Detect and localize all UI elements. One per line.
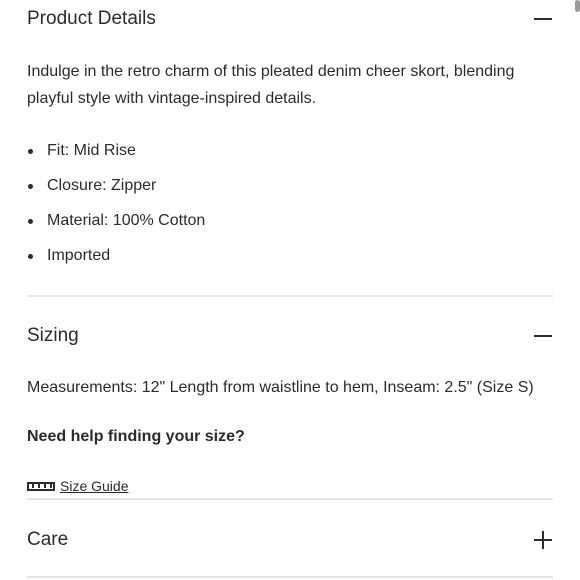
sizing-section: Sizing [27, 325, 553, 347]
section-divider [27, 498, 553, 500]
product-details-header[interactable]: Product Details [27, 8, 553, 30]
bullet-icon [28, 184, 33, 189]
section-divider [27, 295, 553, 297]
product-info-panel: Product Details Indulge in the retro cha… [0, 0, 580, 580]
sizing-header[interactable]: Sizing [27, 325, 553, 347]
section-divider [27, 576, 553, 578]
sizing-help-wrap: Need help finding your size? [27, 428, 553, 446]
care-header[interactable]: Care [27, 529, 553, 551]
plus-icon[interactable] [533, 530, 553, 550]
size-guide-link[interactable]: Size Guide [27, 478, 553, 494]
minus-icon[interactable] [533, 9, 553, 29]
sizing-measurements-wrap: Measurements: 12" Length from waistline … [27, 379, 553, 397]
list-item: Closure: Zipper [27, 176, 553, 211]
size-guide-label[interactable]: Size Guide [60, 478, 128, 494]
scrollbar-thumb[interactable] [575, 0, 580, 12]
product-details-list: Fit: Mid Rise Closure: Zipper Material: … [27, 141, 553, 281]
sizing-title: Sizing [27, 325, 79, 346]
product-description: Indulge in the retro charm of this pleat… [27, 63, 515, 107]
sizing-measurements: Measurements: 12" Length from waistline … [27, 379, 534, 396]
list-item: Material: 100% Cotton [27, 211, 553, 246]
ruler-icon [27, 481, 55, 491]
size-help-text: Need help finding your size? [27, 428, 245, 445]
bullet-icon [28, 149, 33, 154]
product-details-list-wrap: Fit: Mid Rise Closure: Zipper Material: … [27, 141, 553, 281]
care-section: Care [27, 529, 553, 551]
care-title: Care [27, 529, 69, 550]
minus-icon[interactable] [533, 326, 553, 346]
list-item: Fit: Mid Rise [27, 141, 553, 176]
bullet-icon [28, 219, 33, 224]
size-guide-wrap: Size Guide [27, 478, 553, 494]
bullet-icon [28, 254, 33, 259]
list-item: Imported [27, 246, 553, 281]
product-details-title: Product Details [27, 8, 156, 29]
product-details-content: Indulge in the retro charm of this pleat… [27, 58, 553, 112]
product-details-section: Product Details [27, 8, 553, 30]
